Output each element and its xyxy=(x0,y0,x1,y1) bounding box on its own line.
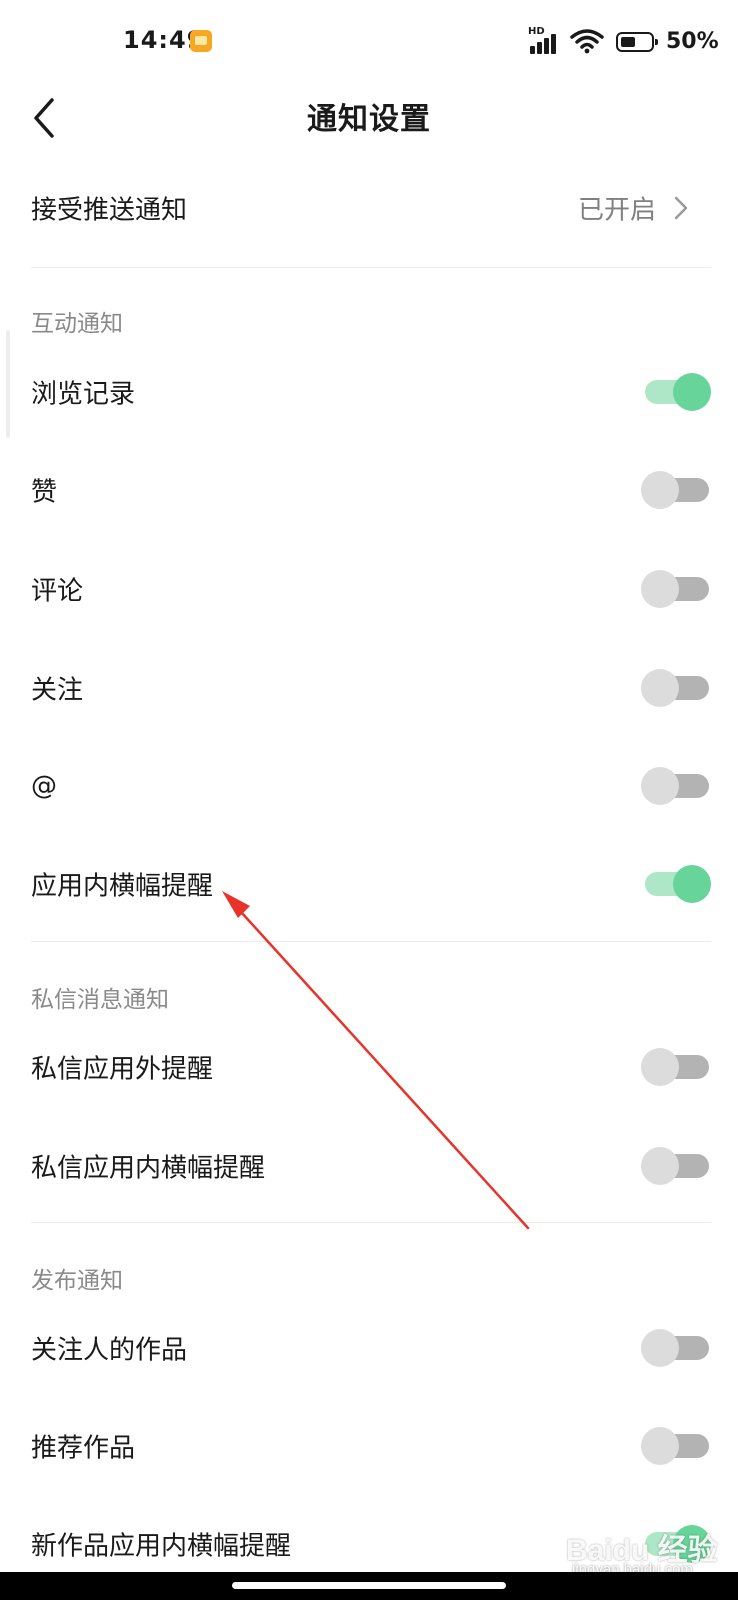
push-notification-row[interactable]: 接受推送通知 已开启 xyxy=(0,160,738,256)
toggle-switch[interactable] xyxy=(641,1328,709,1368)
divider xyxy=(31,1222,711,1223)
setting-row-pm-in-app-banner[interactable]: 私信应用内横幅提醒 xyxy=(0,1118,738,1214)
setting-label: 关注 xyxy=(31,675,84,706)
setting-label: 私信应用外提醒 xyxy=(31,1054,214,1085)
toggle-switch[interactable] xyxy=(641,470,709,510)
setting-row-comment[interactable]: 评论 xyxy=(0,541,738,637)
divider xyxy=(31,267,711,268)
setting-label: @ xyxy=(31,771,57,801)
setting-row-followed-works[interactable]: 关注人的作品 xyxy=(0,1300,738,1396)
divider xyxy=(31,941,711,942)
notification-app-icon xyxy=(190,30,212,52)
toggle-switch[interactable] xyxy=(641,1047,709,1087)
setting-row-mention[interactable]: @ xyxy=(0,738,738,834)
setting-row-like[interactable]: 赞 xyxy=(0,442,738,538)
section-title-interaction: 互动通知 xyxy=(31,311,123,337)
setting-label: 应用内横幅提醒 xyxy=(31,871,214,902)
setting-row-follow[interactable]: 关注 xyxy=(0,640,738,736)
gesture-bar xyxy=(0,1572,738,1600)
setting-label: 推荐作品 xyxy=(31,1433,136,1464)
page-title: 通知设置 xyxy=(307,102,431,137)
push-notification-label: 接受推送通知 xyxy=(31,195,188,226)
toggle-switch[interactable] xyxy=(641,668,709,708)
setting-row-pm-outside-app[interactable]: 私信应用外提醒 xyxy=(0,1019,738,1115)
toggle-switch[interactable] xyxy=(641,569,709,609)
setting-label: 关注人的作品 xyxy=(31,1335,188,1366)
section-title-private-message: 私信消息通知 xyxy=(31,987,169,1013)
battery-icon xyxy=(616,32,658,52)
toggle-switch[interactable] xyxy=(641,372,711,412)
setting-row-in-app-banner[interactable]: 应用内横幅提醒 xyxy=(0,836,738,932)
push-notification-status: 已开启 xyxy=(577,195,656,226)
setting-label: 赞 xyxy=(31,477,58,508)
section-title-publish: 发布通知 xyxy=(31,1268,123,1294)
status-bar: 14:49 HD 50% xyxy=(0,0,738,84)
wifi-icon xyxy=(570,29,604,54)
setting-row-browse-history[interactable]: 浏览记录 xyxy=(0,344,738,440)
home-indicator[interactable] xyxy=(232,1582,506,1589)
toggle-switch[interactable] xyxy=(641,1146,709,1186)
toggle-switch[interactable] xyxy=(641,1524,711,1564)
setting-label: 私信应用内横幅提醒 xyxy=(31,1153,266,1184)
nav-bar: 通知设置 xyxy=(0,84,738,164)
battery-percentage: 50% xyxy=(666,29,719,54)
setting-label: 浏览记录 xyxy=(31,379,136,410)
signal-icon xyxy=(530,30,562,54)
chevron-right-icon xyxy=(674,196,688,220)
toggle-switch[interactable] xyxy=(641,864,711,904)
toggle-switch[interactable] xyxy=(641,1426,709,1466)
setting-label: 评论 xyxy=(31,576,84,607)
setting-label: 新作品应用内横幅提醒 xyxy=(31,1531,292,1562)
setting-row-recommended-works[interactable]: 推荐作品 xyxy=(0,1398,738,1494)
toggle-switch[interactable] xyxy=(641,766,709,806)
